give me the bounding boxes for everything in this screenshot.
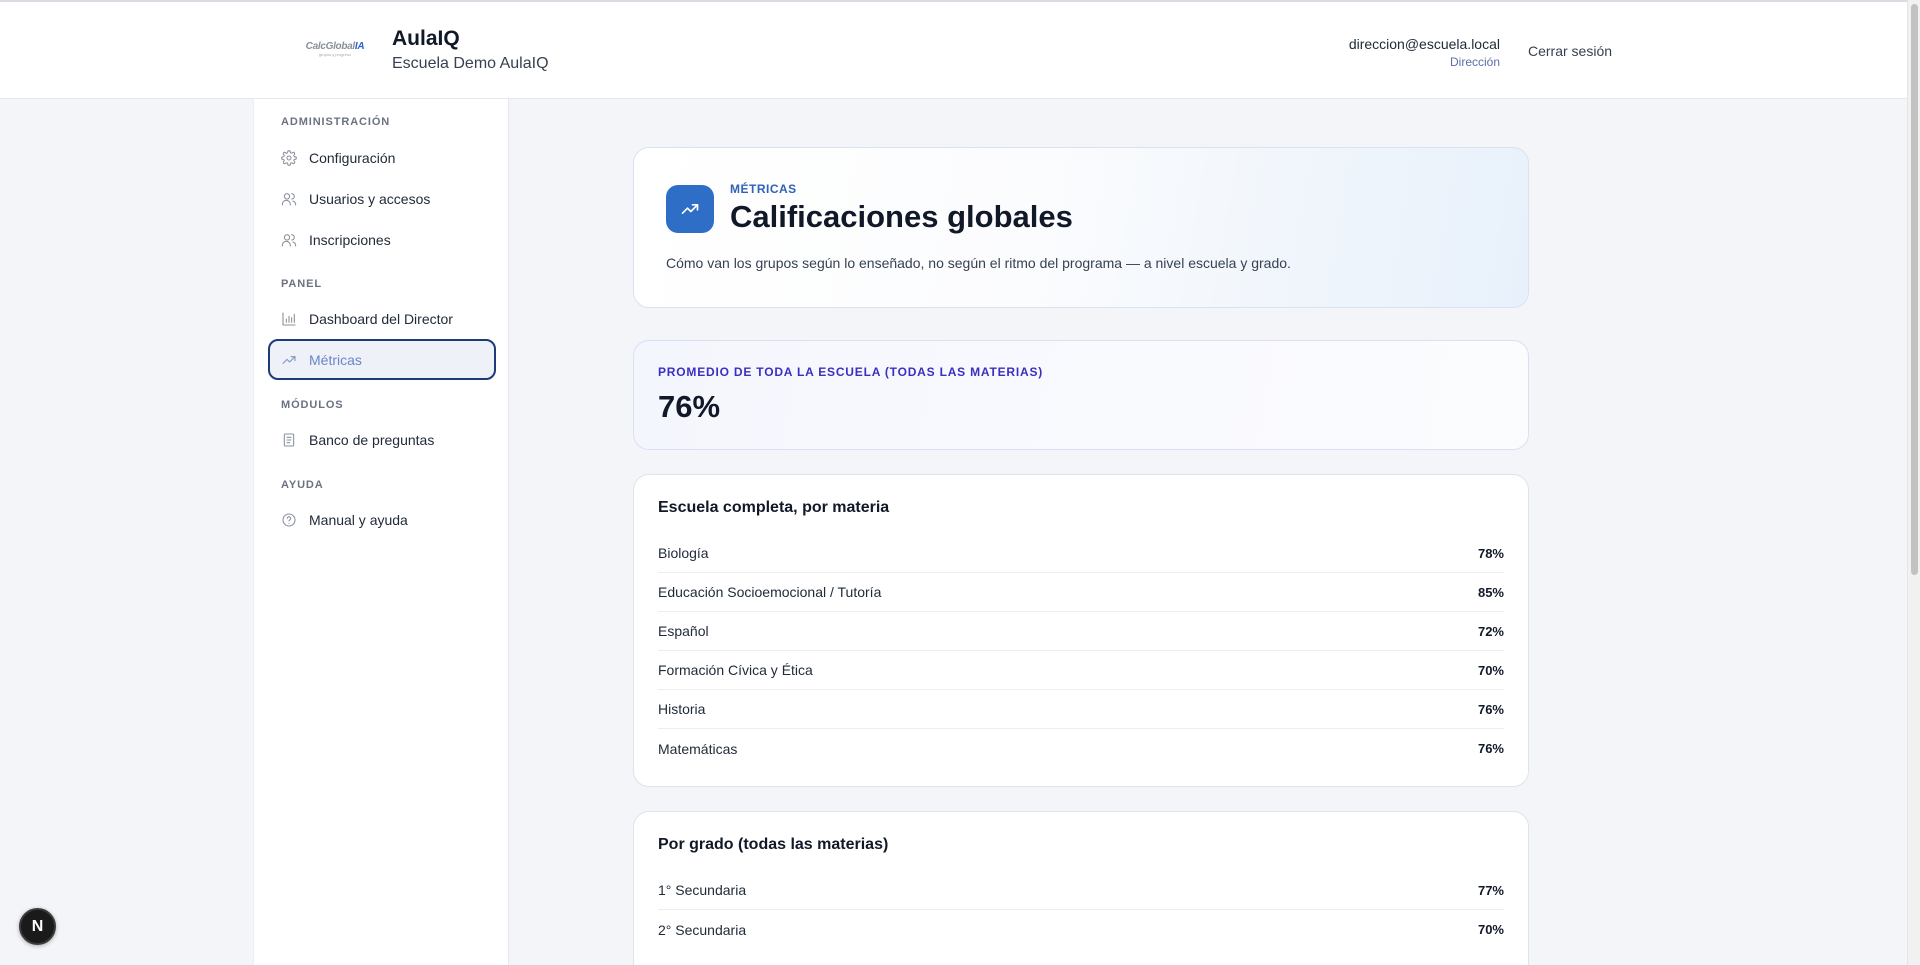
grades-card: Por grado (todas las materias) 1° Secund… [633, 811, 1529, 965]
subject-percentage: 70% [1477, 662, 1504, 678]
sidebar-item-configuracion[interactable]: Configuración [268, 137, 496, 178]
logo-word-accent: IA [354, 41, 365, 52]
list-item: Biología 78% [658, 534, 1504, 573]
sidebar-item-usuarios[interactable]: Usuarios y accesos [268, 178, 496, 219]
user-role: Dirección [1449, 55, 1500, 69]
sidebar-item-manual-ayuda[interactable]: Manual y ayuda [268, 499, 496, 540]
school-logo[interactable]: CalcGlobalIA grupos y progreso [303, 38, 367, 60]
logo-tagline: grupos y progreso [318, 52, 352, 57]
sidebar-item-label: Manual y ayuda [309, 511, 408, 528]
subject-name: Formación Cívica y Ética [658, 662, 813, 678]
sidebar-section-panel: PANEL [281, 278, 322, 290]
grade-percentage: 77% [1477, 882, 1504, 898]
sidebar-item-label: Configuración [309, 149, 396, 166]
sidebar-item-label: Inscripciones [309, 231, 391, 248]
users-icon [281, 232, 297, 248]
list-item: Educación Socioemocional / Tutoría 85% [658, 573, 1504, 612]
scrollbar-thumb[interactable] [1911, 4, 1918, 575]
subject-name: Biología [658, 545, 709, 561]
subjects-card-title: Escuela completa, por materia [658, 499, 890, 516]
school-average-card: PROMEDIO DE TODA LA ESCUELA (TODAS LAS M… [633, 340, 1529, 450]
subject-name: Español [658, 623, 709, 639]
document-icon [281, 432, 297, 448]
subject-percentage: 85% [1477, 584, 1504, 600]
metrics-hero-card: MÉTRICAS Calificaciones globales Cómo va… [633, 147, 1529, 308]
logout-button[interactable]: Cerrar sesión [1528, 43, 1612, 59]
list-item: Español 72% [658, 612, 1504, 651]
page-title: Calificaciones globales [730, 199, 1073, 234]
help-circle-icon [281, 512, 297, 528]
top-header: CalcGlobalIA grupos y progreso AulaIQ Es… [0, 0, 1907, 99]
bar-chart-icon [281, 311, 297, 327]
logo-word-main: CalcGlobal [305, 41, 356, 52]
sidebar-item-banco-preguntas[interactable]: Banco de preguntas [268, 419, 496, 460]
subject-percentage: 72% [1477, 623, 1504, 639]
users-icon [281, 191, 297, 207]
page-kicker: MÉTRICAS [730, 182, 797, 196]
sidebar-item-dashboard[interactable]: Dashboard del Director [268, 298, 496, 339]
sidebar-item-label: Usuarios y accesos [309, 190, 431, 207]
sidebar-section-ayuda: AYUDA [281, 479, 324, 491]
grades-list: 1° Secundaria 77% 2° Secundaria 70% [658, 871, 1504, 949]
sidebar-section-administracion: ADMINISTRACIÓN [281, 116, 391, 128]
subjects-card: Escuela completa, por materia Biología 7… [633, 474, 1529, 787]
list-item: Formación Cívica y Ética 70% [658, 651, 1504, 690]
page-scrollbar[interactable] [1907, 0, 1920, 965]
subject-name: Educación Socioemocional / Tutoría [658, 584, 882, 600]
school-name: Escuela Demo AulaIQ [392, 55, 549, 72]
sidebar-item-metricas[interactable]: Métricas [268, 339, 496, 380]
sidebar-item-label: Banco de preguntas [309, 431, 435, 448]
sidebar-item-label: Dashboard del Director [309, 310, 453, 327]
subject-percentage: 76% [1477, 701, 1504, 717]
trending-up-icon [666, 185, 714, 233]
dev-tools-badge[interactable]: N [19, 908, 56, 945]
subjects-list: Biología 78% Educación Socioemocional / … [658, 534, 1504, 768]
page-description: Cómo van los grupos según lo enseñado, n… [666, 255, 1291, 271]
subject-percentage: 78% [1477, 545, 1504, 561]
grade-percentage: 70% [1477, 922, 1504, 937]
subject-name: Historia [658, 701, 706, 717]
list-item: 1° Secundaria 77% [658, 871, 1504, 910]
sidebar: ADMINISTRACIÓN Configuración Usuarios y … [253, 99, 509, 965]
list-item: 2° Secundaria 70% [658, 910, 1504, 949]
app-title: AulaIQ [392, 27, 460, 50]
grade-name: 1° Secundaria [658, 882, 747, 898]
grades-card-title: Por grado (todas las materias) [658, 836, 889, 853]
subject-percentage: 76% [1477, 741, 1504, 756]
gear-icon [281, 149, 297, 166]
school-average-value: 76% [658, 389, 721, 424]
list-item: Matemáticas 76% [658, 729, 1504, 768]
sidebar-item-inscripciones[interactable]: Inscripciones [268, 219, 496, 260]
sidebar-section-modulos: MÓDULOS [281, 399, 344, 411]
user-email: direccion@escuela.local [1348, 36, 1500, 52]
subject-name: Matemáticas [658, 740, 738, 757]
list-item: Historia 76% [658, 690, 1504, 729]
school-average-label: PROMEDIO DE TODA LA ESCUELA (TODAS LAS M… [658, 365, 1044, 379]
trending-up-icon [281, 352, 297, 368]
sidebar-item-label: Métricas [309, 351, 362, 368]
grade-name: 2° Secundaria [658, 921, 747, 938]
